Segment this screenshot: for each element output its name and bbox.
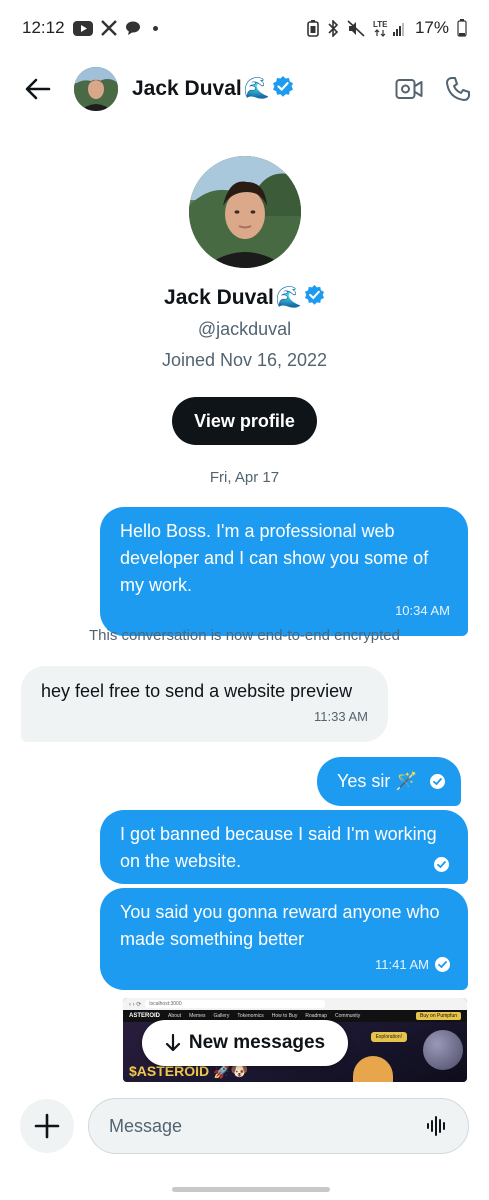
message-meta: 10:34 AM [120,597,450,624]
encryption-note: This conversation is now end-to-end encr… [88,627,400,644]
attachment-cta: Buy on Pumpfun [416,1012,461,1020]
verified-badge-icon [304,284,325,311]
more-notifications-dot [152,25,158,31]
profile-joined-date: Joined Nov 16, 2022 [161,350,328,370]
profile-avatar[interactable] [188,156,301,268]
attachment-nav-item: Community [335,1013,361,1019]
attachment-nav-item: Gallery [213,1013,230,1019]
message-time: 11:41 AM [375,957,429,972]
profile-name: Jack Duval 🌊 [164,284,325,311]
mascot-graphic [353,1056,393,1082]
verified-badge-icon [272,75,294,103]
message-text: hey feel free to send a website preview [41,681,353,701]
view-profile-button[interactable]: View profile [172,397,317,445]
back-button[interactable] [18,69,58,109]
attachment-browser-bar: ‹ › ⟳ localhost:3000 [123,998,467,1010]
message-bubble-sent[interactable]: You said you gonna reward anyone who mad… [100,888,468,990]
wave-emoji: 🌊 [275,285,302,309]
browser-nav-icon: ‹ › ⟳ [129,1001,142,1008]
video-call-button[interactable] [395,77,423,101]
message-text: I got banned because I said I'm working … [120,824,437,871]
read-check-icon [434,857,449,872]
message-time: 11:33 AM [314,709,368,724]
new-messages-label: New messages [188,1032,326,1053]
add-attachment-button[interactable] [20,1099,74,1153]
message-input[interactable] [109,1115,426,1137]
attachment-nav-item: Roadmap [305,1013,328,1019]
message-meta: 11:33 AM [41,703,368,730]
message-text: You said you gonna reward anyone who mad… [120,902,440,949]
message-bubble-sent[interactable]: I got banned because I said I'm working … [100,810,468,884]
arrow-left-icon [25,78,51,100]
video-call-icon [395,79,423,99]
wave-emoji: 🌊 [243,77,270,100]
status-bar: 12:12 LTE 17% [0,0,489,56]
message-bubble-received[interactable]: hey feel free to send a website preview … [21,666,388,742]
phone-icon [446,77,470,101]
voice-message-button[interactable] [426,1115,448,1137]
header-avatar[interactable] [74,67,118,111]
mute-icon [347,19,365,37]
battery-saver-icon [307,19,319,37]
svg-text:LTE: LTE [373,20,388,29]
bluetooth-icon [327,19,339,37]
chat-notification-icon [125,20,141,36]
header-name-text: Jack Duval [132,77,242,100]
x-logo-icon [100,20,117,36]
attachment-nav-item: Tokenomics [237,1013,264,1019]
profile-name-text: Jack Duval [164,285,274,309]
voice-waveform-icon [427,1116,445,1136]
read-check-icon [435,957,450,972]
attachment-nav-item: About [168,1013,182,1019]
date-separator: Fri, Apr 17 [209,469,280,486]
new-messages-button[interactable]: New messages [142,1020,348,1066]
plus-icon [34,1113,60,1139]
attachment-nav-item: How to Buy [271,1013,298,1019]
message-time: 10:34 AM [395,603,450,618]
message-bubble-sent[interactable]: Hello Boss. I'm a professional web devel… [100,507,468,636]
message-text: Yes sir 🪄 [337,771,418,791]
attachment-url: localhost:3000 [145,1000,326,1008]
attachment-hero-button: Exploration! [370,1032,407,1042]
phone-call-button[interactable] [445,76,471,102]
message-input-container[interactable] [88,1098,469,1154]
status-time: 12:12 [22,18,65,37]
arrow-down-icon [165,1034,180,1052]
message-text: Hello Boss. I'm a professional web devel… [120,521,429,595]
attachment-nav-item: Memes [189,1013,206,1019]
read-check-icon [429,774,445,789]
profile-summary: Jack Duval 🌊 @jackduval Joined Nov 16, 2… [0,156,489,445]
chat-header: Jack Duval 🌊 [0,58,489,120]
battery-percentage: 17% [414,18,449,37]
profile-handle: @jackduval [197,319,292,339]
message-bubble-sent[interactable]: Yes sir 🪄 [317,757,461,806]
youtube-icon [72,20,93,36]
message-composer [0,1096,489,1156]
header-name[interactable]: Jack Duval 🌊 [132,75,294,103]
lte-signal-icon: LTE [373,19,407,37]
battery-icon [457,19,467,37]
message-meta: 11:41 AM [120,951,450,978]
home-indicator [172,1187,330,1192]
planet-graphic [423,1030,463,1070]
attachment-brand: ASTEROID [129,1013,161,1019]
